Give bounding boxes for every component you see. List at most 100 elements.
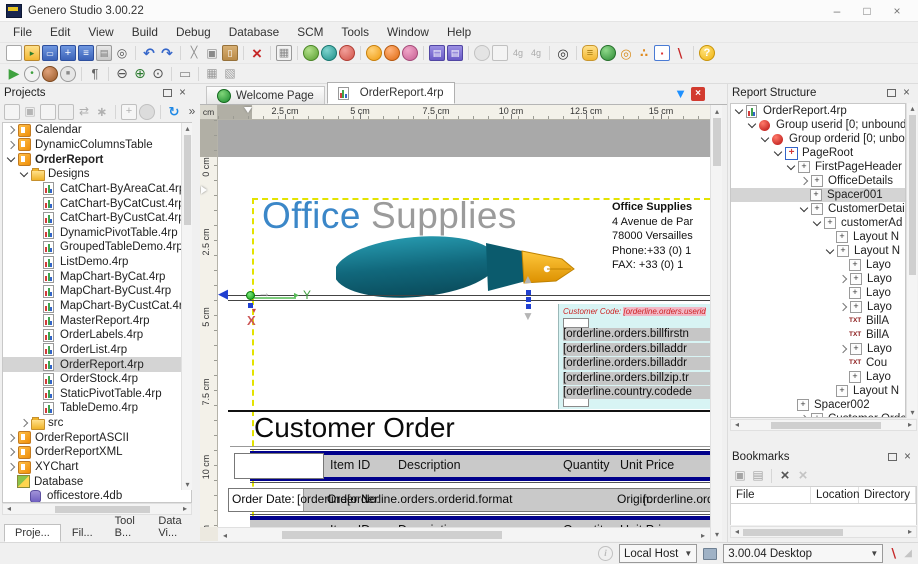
build-node-icon[interactable]: ∗ bbox=[94, 104, 110, 120]
database-icon[interactable]: ≡ bbox=[582, 45, 598, 61]
save-all-icon[interactable]: ≡ bbox=[78, 45, 94, 61]
report-tree-item[interactable]: + Layo bbox=[731, 342, 905, 356]
close-button[interactable]: × bbox=[882, 1, 912, 21]
chevron-collapsed-icon[interactable] bbox=[799, 176, 809, 186]
report-structure-horizontal-scrollbar[interactable]: ◂ ▸ bbox=[730, 419, 917, 431]
report-tree-item[interactable]: TXT BillA bbox=[731, 328, 905, 342]
profile-icon[interactable]: • bbox=[24, 65, 40, 82]
origin-handle[interactable] bbox=[246, 291, 255, 300]
chevron-expanded-icon[interactable] bbox=[734, 105, 744, 114]
package-icon[interactable] bbox=[402, 45, 418, 61]
project-tree-item[interactable]: CatChart-ByCustCat.4rp bbox=[3, 211, 191, 226]
canvas-vertical-scrollbar[interactable]: ▴ ▾ bbox=[710, 105, 722, 541]
build-icon[interactable] bbox=[303, 45, 319, 61]
copy-icon[interactable]: ▣ bbox=[204, 45, 220, 61]
report-tree-item[interactable]: + Spacer002 bbox=[731, 398, 905, 412]
disabled-4gl2-icon[interactable]: 4g bbox=[528, 45, 544, 61]
menu-edit[interactable]: Edit bbox=[41, 23, 79, 41]
disabled-4gl-icon[interactable]: 4g bbox=[510, 45, 526, 61]
project-tree-item[interactable]: Calendar bbox=[3, 123, 191, 138]
project-tree-item[interactable]: MapChart-ByCat.4rp bbox=[3, 269, 191, 284]
chevron-expanded-icon[interactable] bbox=[760, 133, 770, 142]
resize-handle[interactable] bbox=[526, 290, 531, 295]
chevron-collapsed-icon[interactable] bbox=[838, 302, 848, 312]
report-tree-item[interactable]: + OfficeDetails bbox=[731, 174, 905, 188]
menu-tools[interactable]: Tools bbox=[332, 23, 378, 41]
report-tree-item[interactable]: + customerAd bbox=[731, 216, 905, 230]
project-tree-item[interactable]: XYChart bbox=[3, 460, 191, 475]
web-services-icon[interactable] bbox=[600, 45, 616, 61]
info-icon[interactable]: i bbox=[597, 546, 613, 561]
find-icon[interactable]: ◎ bbox=[555, 45, 571, 61]
delete-bookmark-icon[interactable]: × bbox=[777, 468, 793, 484]
project-tree-item[interactable]: MasterReport.4rp bbox=[3, 313, 191, 328]
new-form-icon[interactable]: ▤ bbox=[447, 45, 463, 61]
resize-handle[interactable] bbox=[526, 297, 531, 302]
bill-field[interactable]: [orderline.orders.billfirstn bbox=[563, 328, 710, 341]
redo-icon[interactable]: ↷ bbox=[159, 45, 175, 61]
menu-file[interactable]: File bbox=[4, 23, 41, 41]
disabled-run-icon[interactable] bbox=[474, 45, 490, 61]
new-module-icon[interactable]: ▤ bbox=[429, 45, 445, 61]
project-tree-item[interactable]: OrderStock.4rp bbox=[3, 372, 191, 387]
customer-details-block[interactable]: Customer Code: [orderline.orders.userid … bbox=[558, 304, 710, 409]
save-icon[interactable]: ▭ bbox=[42, 45, 58, 61]
schema-browse-icon[interactable]: ◎ bbox=[618, 45, 634, 61]
bookmark-toggle-icon[interactable]: ▣ bbox=[732, 468, 748, 484]
project-tree-item[interactable]: src bbox=[3, 416, 191, 431]
project-tree-item[interactable]: Database bbox=[3, 474, 191, 489]
chevron-expanded-icon[interactable] bbox=[19, 168, 29, 177]
chevron-collapsed-icon[interactable] bbox=[6, 126, 16, 135]
bookmarks-column-directory[interactable]: Directory bbox=[859, 487, 916, 503]
host-selector[interactable]: Local Host ▼ bbox=[618, 544, 698, 563]
chevron-expanded-icon[interactable] bbox=[773, 147, 783, 156]
menu-build[interactable]: Build bbox=[123, 23, 167, 41]
report-tree-item[interactable]: + Layo bbox=[731, 370, 905, 384]
close-panel-icon[interactable]: × bbox=[900, 450, 915, 464]
add-file-icon[interactable]: + bbox=[121, 103, 137, 120]
maximize-button[interactable]: □ bbox=[852, 1, 882, 21]
menu-window[interactable]: Window bbox=[378, 23, 438, 41]
report-tree-item[interactable]: TXT BillA bbox=[731, 314, 905, 328]
projects-vertical-scrollbar[interactable]: ▴ ▾ bbox=[181, 123, 192, 490]
rebuild-icon[interactable] bbox=[339, 45, 355, 61]
chevron-collapsed-icon[interactable] bbox=[6, 462, 16, 472]
table-header-cell-box[interactable] bbox=[234, 453, 324, 479]
link-icon[interactable] bbox=[384, 45, 400, 61]
project-tree-item[interactable]: OrderLabels.4rp bbox=[3, 328, 191, 343]
bookmarks-column-location[interactable]: Location bbox=[811, 487, 859, 503]
table-header-row[interactable]: Item IDDescriptionQuantityUnit Price bbox=[250, 520, 710, 527]
bookmark-next-icon[interactable]: ▤ bbox=[750, 468, 766, 484]
project-tree-item[interactable]: StaticPivotTable.4rp bbox=[3, 387, 191, 402]
bookmarks-empty-list[interactable] bbox=[730, 504, 917, 525]
filter-dropdown-icon[interactable]: ▼ bbox=[674, 87, 687, 101]
menu-help[interactable]: Help bbox=[438, 23, 480, 41]
menu-view[interactable]: View bbox=[79, 23, 122, 41]
chevron-collapsed-icon[interactable] bbox=[6, 140, 16, 150]
bottom-tab-1[interactable]: Fil... bbox=[61, 524, 104, 542]
zoom-in-icon[interactable]: ⊕ bbox=[132, 66, 148, 82]
tab-orderreport[interactable]: OrderReport.4rp bbox=[326, 82, 455, 104]
float-panel-icon[interactable] bbox=[884, 86, 899, 100]
report-tree-item[interactable]: + FirstPageHeader bbox=[731, 160, 905, 174]
bottom-tab-0[interactable]: Proje... bbox=[4, 524, 61, 542]
new-project-icon[interactable] bbox=[4, 103, 20, 120]
delete-all-bookmarks-icon[interactable]: × bbox=[795, 468, 811, 484]
paste-icon[interactable] bbox=[40, 103, 56, 120]
report-tree-item[interactable]: + Spacer001 bbox=[731, 188, 905, 202]
project-tree-item[interactable]: CatChart-ByCatCust.4rp bbox=[3, 196, 191, 211]
chevron-collapsed-icon[interactable] bbox=[19, 418, 29, 428]
display-icon[interactable] bbox=[703, 547, 718, 560]
chevron-collapsed-icon[interactable] bbox=[838, 344, 848, 354]
run-icon[interactable]: ▶ bbox=[6, 66, 22, 82]
chevron-expanded-icon[interactable] bbox=[786, 161, 796, 170]
order-field-fragment[interactable]: [orderline.orders.orderid.format bbox=[347, 492, 512, 506]
project-tree-item[interactable]: DynamicPivotTable.4rp bbox=[3, 225, 191, 240]
cut-icon[interactable]: ╳ bbox=[186, 45, 202, 61]
report-tree-item[interactable]: + Layo bbox=[731, 258, 905, 272]
report-tree-item[interactable]: Group userid [0; unbounded] bbox=[731, 118, 905, 132]
order-field-fragment[interactable]: [orderline.orders bbox=[643, 492, 710, 506]
tab-welcome-page[interactable]: Welcome Page bbox=[206, 86, 325, 104]
report-design-canvas[interactable]: Office Supplies Office Supplies 4 Avenue d… bbox=[218, 120, 710, 527]
disabled-doc-icon[interactable] bbox=[492, 45, 508, 61]
